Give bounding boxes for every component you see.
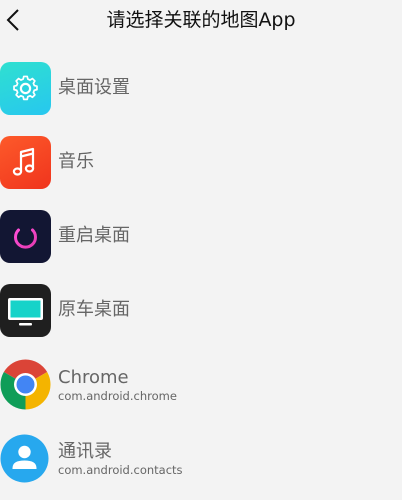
list-item-contacts[interactable]: 通讯录 com.android.contacts [0, 432, 402, 488]
app-name: 通讯录 [58, 441, 112, 462]
music-note-icon [0, 136, 51, 189]
list-item-desktop-settings[interactable]: 桌面设置 [0, 62, 402, 118]
app-name: 重启桌面 [58, 225, 130, 246]
power-icon [0, 210, 51, 263]
gear-icon [0, 62, 51, 115]
app-package-name: com.android.contacts [58, 463, 183, 477]
chrome-icon [0, 358, 51, 411]
app-name: 音乐 [58, 151, 94, 172]
app-name: Chrome [58, 367, 129, 388]
app-name: 原车桌面 [58, 299, 130, 320]
list-item-music[interactable]: 音乐 [0, 136, 402, 192]
app-name: 桌面设置 [58, 77, 130, 98]
list-item-original-desktop[interactable]: 原车桌面 [0, 284, 402, 340]
contact-person-icon [0, 432, 51, 485]
list-item-chrome[interactable]: Chrome com.android.chrome [0, 358, 402, 414]
page-title: 请选择关联的地图App [106, 9, 296, 31]
app-package-name: com.android.chrome [58, 389, 177, 403]
list-item-restart-desktop[interactable]: 重启桌面 [0, 210, 402, 266]
monitor-icon [0, 284, 51, 337]
header-bar: 请选择关联的地图App [0, 0, 402, 40]
